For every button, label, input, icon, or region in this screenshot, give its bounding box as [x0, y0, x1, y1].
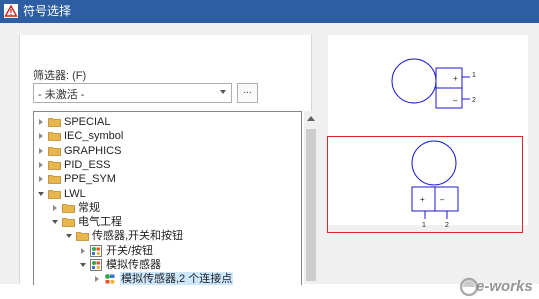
- chevron-down-icon[interactable]: [80, 263, 86, 267]
- e-works-watermark-logo: e-works: [460, 277, 533, 297]
- chevron-down-icon: [220, 90, 226, 94]
- preview-panel: + – 1 2 + – 1 2: [327, 35, 528, 233]
- symbol-preview-variant-a[interactable]: + – 1 2: [328, 35, 528, 123]
- chevron-down-icon[interactable]: [52, 220, 58, 225]
- tree-item[interactable]: GRAPHICS: [34, 144, 301, 158]
- sensor-circle-shape: [391, 58, 437, 104]
- filter-selected-value: - 未激活 -: [38, 89, 85, 101]
- symbol-b-graphic: + – 1 2: [411, 140, 459, 229]
- chevron-right-icon[interactable]: [39, 161, 43, 168]
- symbol-group-icon: [90, 244, 102, 257]
- tree-item[interactable]: 常规: [34, 201, 301, 215]
- tree-item[interactable]: 传感器,开关和按钮: [34, 229, 301, 243]
- chevron-down-icon[interactable]: [38, 191, 44, 196]
- symbol-a-minus: –: [453, 96, 458, 105]
- chevron-right-icon[interactable]: [95, 276, 99, 283]
- tree-item[interactable]: IEC_symbol: [34, 129, 301, 143]
- chevron-right-icon[interactable]: [39, 147, 43, 154]
- chevron-right-icon[interactable]: [39, 176, 43, 183]
- chevron-down-icon[interactable]: [66, 234, 72, 239]
- tree-item-label: 模拟传感器,2 个连接点: [120, 272, 234, 285]
- symbol-a-pin1: 1: [472, 72, 476, 79]
- tree-item-label: 模拟传感器: [106, 259, 161, 271]
- filter-more-button[interactable]: ...: [237, 83, 258, 103]
- title-bar: 符号选择: [0, 0, 539, 23]
- folder-icon: [48, 131, 61, 142]
- folder-icon: [62, 203, 75, 213]
- filter-dropdown[interactable]: - 未激活 -: [33, 83, 232, 103]
- chevron-right-icon[interactable]: [81, 247, 85, 254]
- tree-item-label: GRAPHICS: [64, 144, 122, 157]
- chevron-right-icon[interactable]: [39, 119, 43, 125]
- tree-item[interactable]: PPE_SYM: [34, 172, 301, 186]
- symbol-b-plus: +: [420, 195, 425, 204]
- tree-scrollbar[interactable]: [304, 111, 318, 284]
- folder-icon: [48, 189, 61, 199]
- sensor-circle-shape: [411, 140, 457, 186]
- tree-item-label: 常规: [78, 201, 100, 214]
- tree-item-label: 开关/按钮: [106, 244, 154, 257]
- folder-icon: [48, 160, 61, 170]
- folder-icon: [62, 217, 75, 227]
- folder-icon: [48, 146, 61, 156]
- tree-item-label: PPE_SYM: [64, 173, 116, 186]
- chevron-right-icon[interactable]: [39, 133, 43, 140]
- tree-item-label: SPECIAL: [64, 116, 111, 128]
- symbol-browser-panel: 筛选器: (F) - 未激活 - ... SPECIAL IEC_symbol GR…: [19, 35, 318, 285]
- symbol-b-pin1: 1: [422, 222, 426, 229]
- folder-icon: [48, 174, 61, 185]
- tree-item[interactable]: 开关/按钮: [34, 244, 301, 258]
- symbol-a-plus: +: [453, 74, 458, 83]
- tree-item[interactable]: 电气工程: [34, 215, 301, 229]
- folder-icon: [76, 231, 89, 242]
- tree-item[interactable]: 模拟传感器,2 个连接点: [34, 272, 301, 285]
- tree-item[interactable]: PID_ESS: [34, 158, 301, 172]
- tree-item-label: PID_ESS: [64, 158, 111, 171]
- symbol-b-pin2: 2: [445, 222, 449, 229]
- symbol-variant-icon: [104, 273, 116, 285]
- tree-item-label: 传感器,开关和按钮: [92, 230, 184, 243]
- tree-item[interactable]: SPECIAL: [34, 115, 301, 129]
- folder-icon: [48, 117, 61, 127]
- watermark-text: e-works: [476, 278, 533, 295]
- dialog-body: 筛选器: (F) - 未激活 - ... SPECIAL IEC_symbol GR…: [0, 23, 539, 297]
- window-title: 符号选择: [23, 4, 72, 18]
- symbol-b-minus: –: [440, 195, 445, 204]
- tree-item-label: 电气工程: [78, 216, 122, 229]
- chevron-right-icon[interactable]: [53, 204, 57, 211]
- tree-item-label: IEC_symbol: [64, 130, 124, 143]
- scroll-thumb[interactable]: [306, 129, 316, 281]
- scroll-up-icon[interactable]: [307, 116, 315, 121]
- symbol-tree[interactable]: SPECIAL IEC_symbol GRAPHICS PID_ESS PPE_SYM L…: [33, 111, 302, 285]
- tree-item[interactable]: LWL: [34, 187, 301, 201]
- warning-app-icon: [4, 4, 18, 18]
- symbol-preview-variant-b[interactable]: + – 1 2: [327, 136, 523, 233]
- symbol-a-pin2: 2: [472, 97, 476, 104]
- filter-label: 筛选器: (F): [33, 70, 87, 82]
- symbol-group-icon: [90, 259, 102, 271]
- tree-item[interactable]: 模拟传感器: [34, 258, 301, 272]
- tree-item-label: LWL: [64, 187, 86, 200]
